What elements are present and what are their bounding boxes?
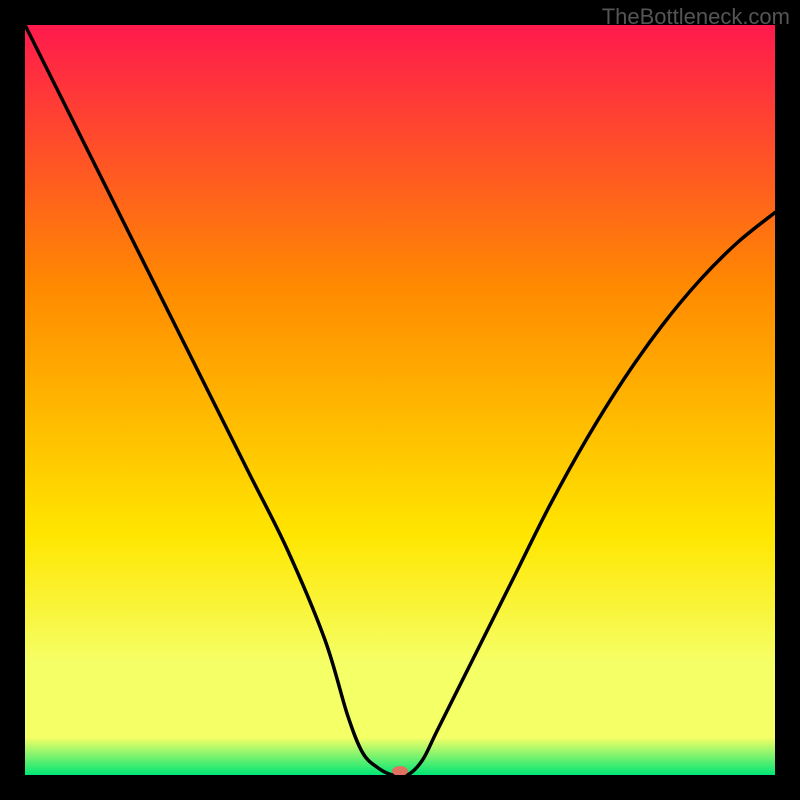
gradient-background xyxy=(25,25,775,775)
watermark-text: TheBottleneck.com xyxy=(602,4,790,30)
bottleneck-chart xyxy=(25,25,775,775)
chart-svg xyxy=(25,25,775,775)
